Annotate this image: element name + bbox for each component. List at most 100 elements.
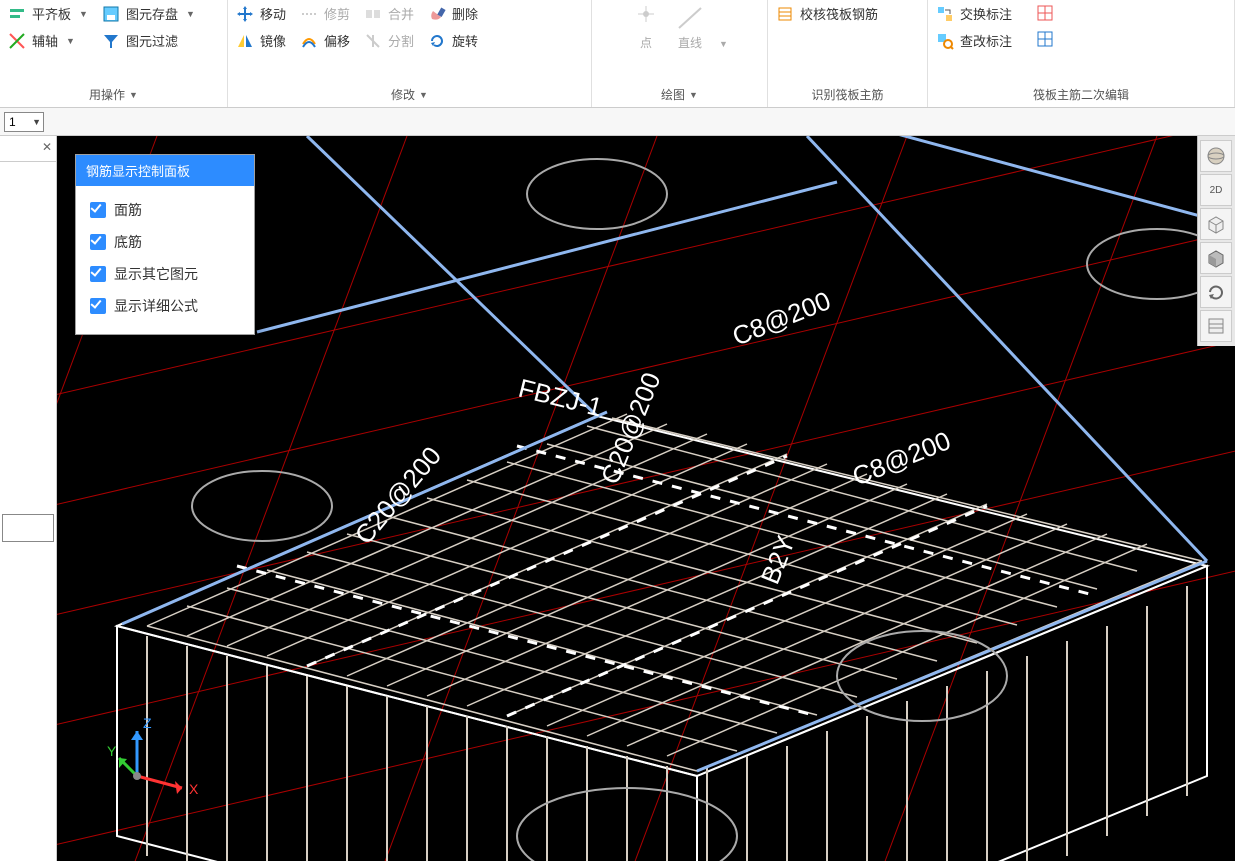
chevron-down-icon: ▼	[689, 90, 698, 100]
move-label: 移动	[260, 4, 286, 23]
check-top-rebar[interactable]: 面筋	[90, 200, 240, 220]
line-label: 直线	[678, 34, 702, 51]
ribbon-group-edit2: 交换标注 查改标注 筏板主筋二次编辑	[928, 0, 1235, 107]
trim-icon	[300, 5, 318, 23]
ribbon-group-draw: 点 直线 ▼ 绘图 ▼	[592, 0, 768, 107]
ribbon-group-common: 平齐板 ▼ 辅轴 ▼ 图元存盘 ▼ 图元过滤	[0, 0, 228, 107]
view-rotate-button[interactable]	[1200, 276, 1232, 308]
axis-x-label: X	[189, 781, 199, 797]
chevron-down-icon: ▼	[79, 9, 88, 19]
view-toolbar: 2D	[1197, 136, 1235, 346]
modify-annotation-label: 查改标注	[960, 31, 1012, 50]
split-icon	[364, 32, 382, 50]
checkbox-icon	[90, 298, 106, 314]
floor-combo[interactable]: 1 ▼	[4, 112, 44, 132]
mirror-icon	[236, 32, 254, 50]
checkbox-icon	[90, 234, 106, 250]
chevron-down-icon: ▼	[129, 90, 138, 100]
rebar-display-panel[interactable]: 钢筋显示控制面板 面筋 底筋 显示其它图元 显示详细公式	[75, 154, 255, 335]
view-globe-button[interactable]	[1200, 140, 1232, 172]
globe-icon	[1205, 145, 1227, 167]
split-button[interactable]: 分割	[364, 31, 414, 50]
filter-element-button[interactable]: 图元过滤	[102, 31, 195, 50]
delete-button[interactable]: 删除	[428, 4, 478, 23]
chevron-down-icon: ▼	[419, 90, 428, 100]
extra-tool-2[interactable]	[1036, 30, 1054, 48]
checkbox-icon	[90, 202, 106, 218]
rotate-icon	[1205, 281, 1227, 303]
line-button[interactable]: 直线	[675, 4, 705, 51]
rotate-icon	[428, 32, 446, 50]
check-label: 显示详细公式	[114, 296, 198, 316]
ribbon: 平齐板 ▼ 辅轴 ▼ 图元存盘 ▼ 图元过滤	[0, 0, 1235, 108]
split-label: 分割	[388, 31, 414, 50]
annotation-text: C20@200	[349, 441, 447, 550]
annotation-text: C8@200	[728, 285, 835, 351]
filter-element-label: 图元过滤	[126, 31, 178, 50]
align-button[interactable]: 平齐板 ▼	[8, 4, 88, 23]
check-other-elements[interactable]: 显示其它图元	[90, 264, 240, 284]
panel-icon	[1205, 315, 1227, 337]
viewport-3d[interactable]: FBZJ-1 C8@200 C20@200 C20@200 B2Y C8@200…	[57, 136, 1235, 861]
check-bottom-rebar[interactable]: 底筋	[90, 232, 240, 252]
extra-tool-1[interactable]	[1036, 4, 1054, 22]
modify-annotation-button[interactable]: 查改标注	[936, 31, 1012, 50]
group-common-label: 用操作	[89, 86, 125, 103]
grid-icon	[1036, 30, 1054, 48]
close-icon[interactable]: ✕	[42, 140, 52, 154]
side-panel-tab[interactable]: ✕	[0, 136, 56, 162]
save-element-button[interactable]: 图元存盘 ▼	[102, 4, 195, 23]
grid-icon	[1036, 4, 1054, 22]
view-settings-button[interactable]	[1200, 310, 1232, 342]
rotate-label: 旋转	[452, 31, 478, 50]
group-edit2-label: 筏板主筋二次编辑	[1033, 86, 1129, 103]
annotation-text: B2Y	[755, 531, 801, 588]
check-label: 面筋	[114, 200, 142, 220]
ribbon-group-recognize: 校核筏板钢筋 识别筏板主筋	[768, 0, 928, 107]
check-icon	[776, 5, 794, 23]
merge-label: 合并	[388, 4, 414, 23]
align-label: 平齐板	[32, 4, 71, 23]
group-modify-label: 修改	[391, 86, 415, 103]
assist-axis-button[interactable]: 辅轴 ▼	[8, 31, 88, 50]
side-panel-input[interactable]	[2, 514, 54, 542]
chevron-down-icon: ▼	[66, 36, 75, 46]
move-button[interactable]: 移动	[236, 4, 286, 23]
offset-button[interactable]: 偏移	[300, 31, 350, 50]
panel-title[interactable]: 钢筋显示控制面板	[76, 155, 254, 186]
merge-icon	[364, 5, 382, 23]
modify-icon	[936, 32, 954, 50]
chevron-down-icon: ▼	[186, 9, 195, 19]
swap-annotation-button[interactable]: 交换标注	[936, 4, 1012, 23]
view-iso2-button[interactable]	[1200, 242, 1232, 274]
ribbon-group-modify: 移动 镜像 修剪 偏移 合并	[228, 0, 592, 107]
cube-shaded-icon	[1205, 247, 1227, 269]
trim-label: 修剪	[324, 4, 350, 23]
group-draw-label: 绘图	[661, 86, 685, 103]
side-panel: ✕	[0, 136, 57, 861]
cube-icon	[1205, 213, 1227, 235]
point-icon	[631, 4, 661, 34]
merge-button[interactable]: 合并	[364, 4, 414, 23]
check-rebar-label: 校核筏板钢筋	[800, 4, 878, 23]
view-iso1-button[interactable]	[1200, 208, 1232, 240]
view-2d-button[interactable]: 2D	[1200, 174, 1232, 206]
axis-z-label: Z	[143, 715, 152, 731]
view-2d-label: 2D	[1210, 185, 1223, 196]
point-label: 点	[640, 34, 652, 51]
axis-y-label: Y	[107, 743, 117, 759]
secondary-toolbar: 1 ▼	[0, 108, 1235, 136]
save-element-label: 图元存盘	[126, 4, 178, 23]
swap-annotation-label: 交换标注	[960, 4, 1012, 23]
check-rebar-button[interactable]: 校核筏板钢筋	[776, 4, 878, 23]
check-detail-formula[interactable]: 显示详细公式	[90, 296, 240, 316]
delete-label: 删除	[452, 4, 478, 23]
chevron-down-icon: ▼	[719, 39, 728, 49]
assist-axis-label: 辅轴	[32, 31, 58, 50]
rotate-button[interactable]: 旋转	[428, 31, 478, 50]
trim-button[interactable]: 修剪	[300, 4, 350, 23]
line-icon	[675, 4, 705, 34]
annotation-text: C8@200	[848, 425, 955, 491]
point-button[interactable]: 点	[631, 4, 661, 51]
mirror-button[interactable]: 镜像	[236, 31, 286, 50]
